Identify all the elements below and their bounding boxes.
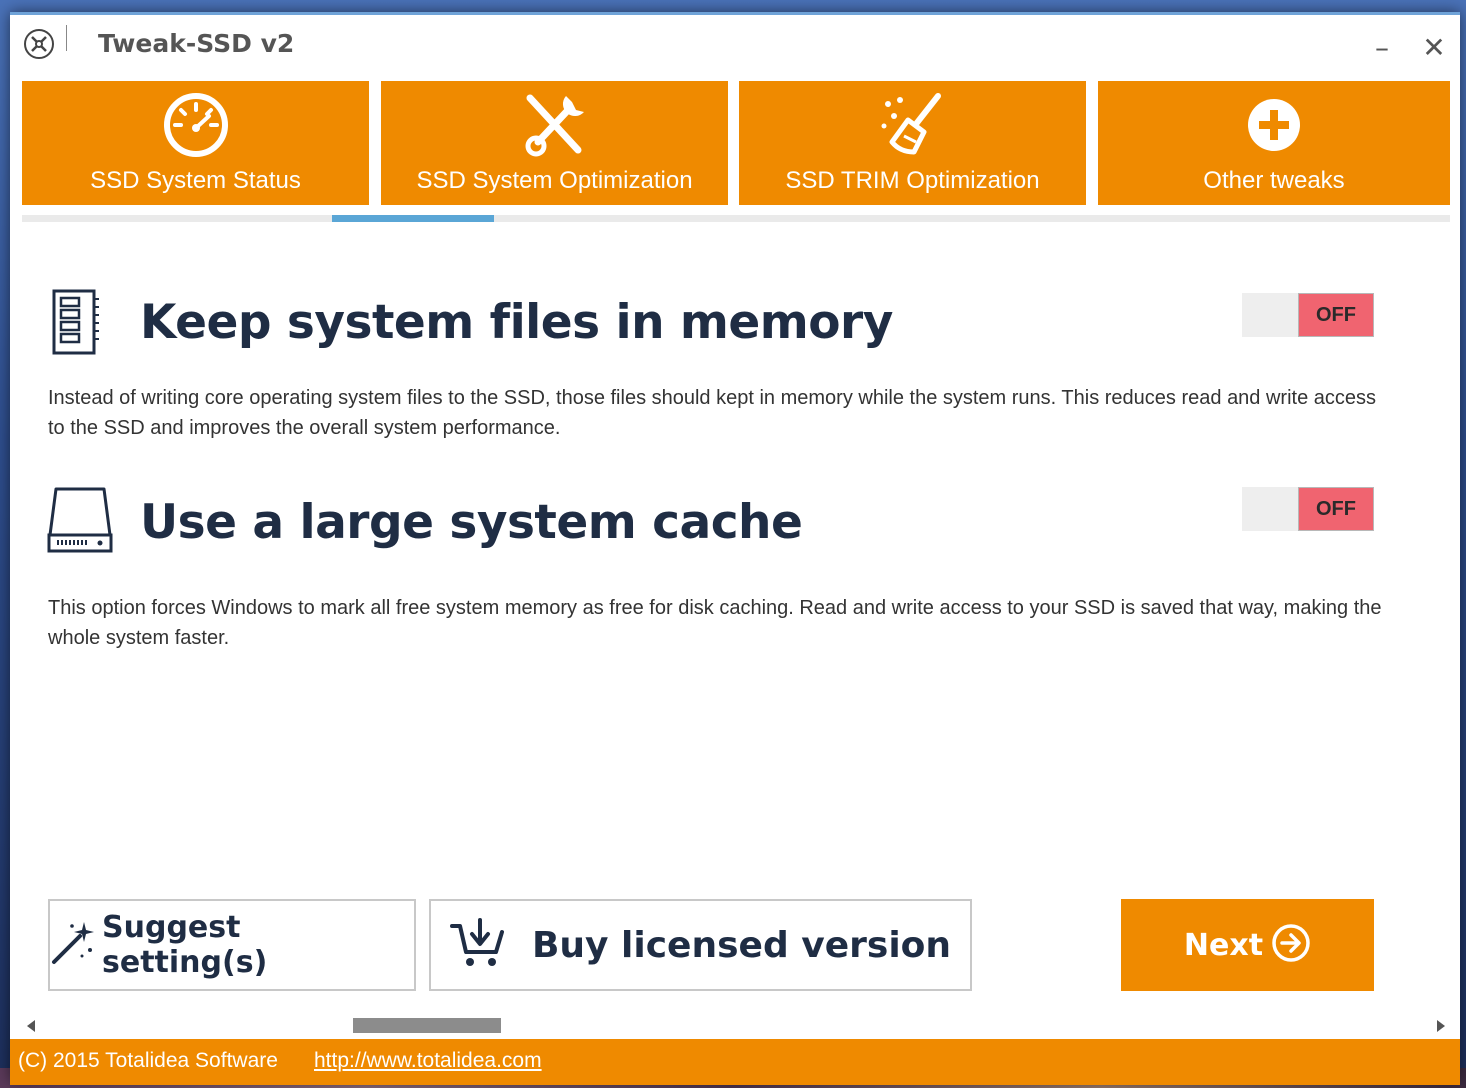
toggle-state: OFF [1298,293,1374,337]
button-label: Suggest setting(s) [102,910,268,980]
horizontal-scrollbar[interactable] [22,1015,1450,1037]
scrollbar-thumb[interactable] [353,1018,501,1033]
memory-module-icon [46,287,102,361]
tab-other-tweaks[interactable]: Other tweaks [1098,81,1450,205]
setting-description: Instead of writing core operating system… [48,387,1377,439]
title-separator [66,25,67,51]
button-label: Next [1183,927,1264,963]
scroll-left-arrow-icon[interactable] [22,1017,40,1035]
buy-licensed-version-button[interactable]: Buy licensed version [429,899,972,991]
large-system-cache-toggle[interactable]: OFF [1242,487,1374,531]
tab-label: SSD System Status [90,167,301,194]
app-window: Tweak-SSD v2 – ✕ SSD System Status SSD S… [10,12,1460,1085]
setting-title: Use a large system cache [140,495,803,550]
tab-label: Other tweaks [1203,167,1345,194]
setting-description: This option forces Windows to mark all f… [48,597,1382,649]
setting-title: Keep system files in memory [140,295,893,350]
website-link[interactable]: http://www.totalidea.com [314,1049,542,1073]
speedometer-icon [163,91,229,159]
status-bar: (C) 2015 Totalidea Software http://www.t… [10,1039,1460,1085]
broom-icon [878,91,948,159]
active-tab-indicator [332,215,494,222]
title-bar: Tweak-SSD v2 – ✕ [10,15,1460,79]
scroll-right-arrow-icon[interactable] [1432,1017,1450,1035]
button-label: Buy licensed version [531,924,952,966]
toggle-state: OFF [1298,487,1374,531]
hard-drive-icon [46,485,114,559]
tools-icon [520,91,590,159]
magic-wand-icon [50,920,96,970]
arrow-right-circle-icon [1271,923,1311,967]
tab-label: SSD System Optimization [416,167,693,194]
keep-system-files-toggle[interactable]: OFF [1242,293,1374,337]
suggest-settings-button[interactable]: Suggest setting(s) [48,899,416,991]
next-button[interactable]: Next [1121,899,1374,991]
main-tabs: SSD System Status SSD System Optimizatio… [22,81,1450,205]
app-tools-icon[interactable] [24,29,54,59]
minimize-button[interactable]: – [1364,29,1400,65]
tab-ssd-system-optimization[interactable]: SSD System Optimization [381,81,728,205]
tab-ssd-trim-optimization[interactable]: SSD TRIM Optimization [739,81,1086,205]
close-button[interactable]: ✕ [1416,29,1452,65]
shopping-cart-icon [449,918,506,972]
tab-ssd-system-status[interactable]: SSD System Status [22,81,369,205]
copyright-text: (C) 2015 Totalidea Software [18,1049,278,1072]
tab-underline [22,215,1450,222]
plus-circle-icon [1246,91,1302,159]
window-title: Tweak-SSD v2 [98,29,295,58]
tab-label: SSD TRIM Optimization [785,167,1040,194]
